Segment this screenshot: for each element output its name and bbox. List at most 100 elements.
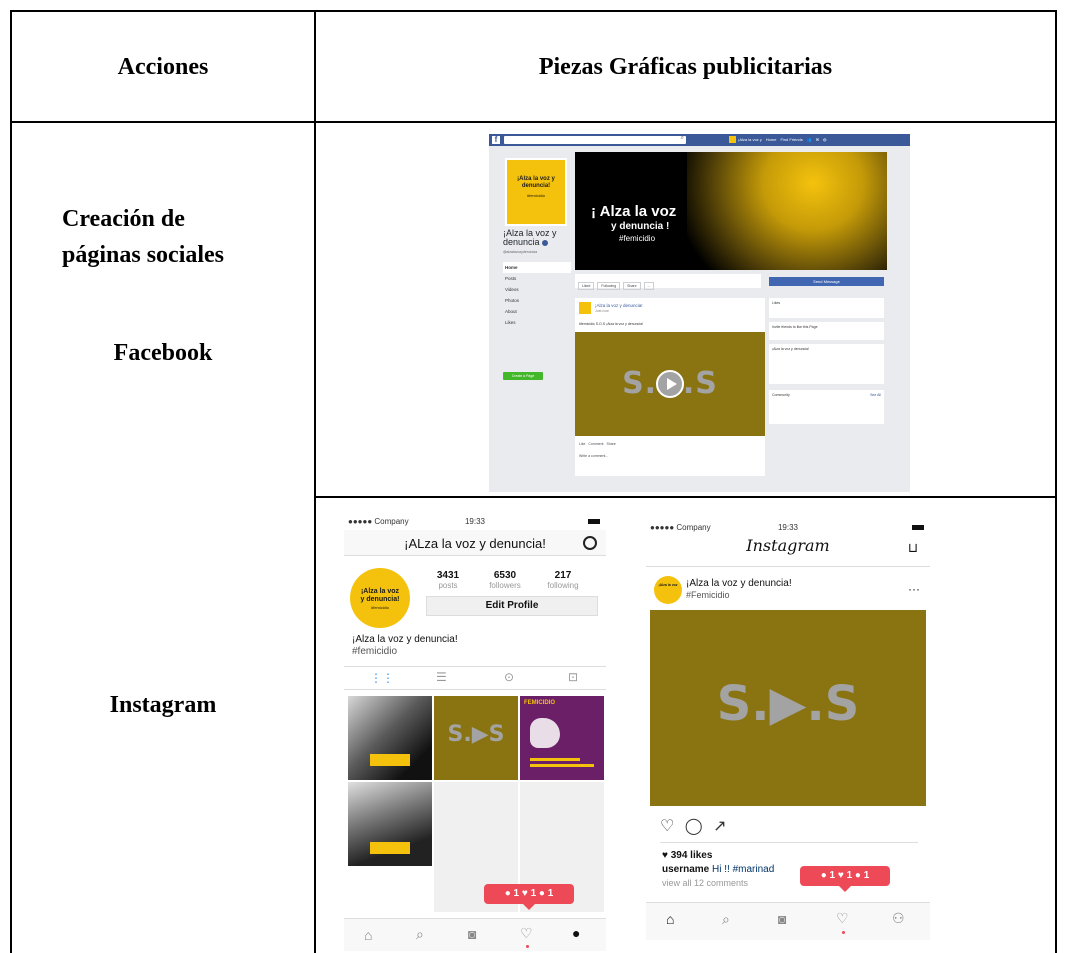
cover-tag: #femicidio <box>619 234 656 243</box>
inbox-icon[interactable]: ⊔ <box>908 540 918 556</box>
camera-icon[interactable]: ◙ <box>468 926 476 942</box>
globe-icon[interactable]: ◍ <box>823 137 827 142</box>
nav-item-home[interactable]: Home <box>766 137 777 142</box>
post-avatar[interactable] <box>579 302 591 314</box>
see-all-link[interactable]: See All <box>870 393 881 397</box>
heart-icon[interactable]: ♡ <box>836 910 849 927</box>
header-actions: Acciones <box>117 54 209 80</box>
grid-post-1[interactable] <box>348 696 432 780</box>
profile-logo-line2: denuncia! <box>521 183 551 189</box>
play-icon[interactable] <box>656 370 684 398</box>
instagram-app-title: Instagram <box>746 536 830 555</box>
friends-icon[interactable]: 👥 <box>807 137 812 142</box>
grid-video-text: S.▶S <box>447 722 505 747</box>
profile-icon[interactable]: ⚇ <box>892 910 905 927</box>
feed-video[interactable]: S.▶.S <box>650 610 926 806</box>
nav-item-find-friends[interactable]: Find Friends <box>780 137 802 142</box>
camera-icon[interactable]: ◙ <box>778 911 786 927</box>
edit-profile-button[interactable]: Edit Profile <box>426 596 598 616</box>
share-button[interactable]: Share <box>623 282 641 290</box>
comment-icon[interactable]: ◯ <box>685 818 703 835</box>
instagram-profile-phone: ●●●●● Company 19:33 ¡ALza la voz y denun… <box>344 514 606 951</box>
clock: 19:33 <box>777 523 799 532</box>
menu-item-videos[interactable]: Videos <box>503 284 571 295</box>
heart-icon[interactable]: ♡ <box>520 925 533 942</box>
menu-item-photos[interactable]: Photos <box>503 295 571 306</box>
grid-post-1-label <box>370 754 410 766</box>
stat-followers[interactable]: 6530 followers <box>480 570 530 590</box>
more-options-icon[interactable]: ··· <box>908 582 920 596</box>
facebook-profile-picture[interactable]: ¡Alza la voz y denuncia! #femicidio <box>505 158 567 226</box>
search-icon[interactable]: ⌕ <box>416 926 424 943</box>
liked-button[interactable]: Liked <box>578 282 595 290</box>
table-row-divider <box>314 496 1057 498</box>
stat-posts[interactable]: 3431 posts <box>428 570 468 590</box>
menu-item-about[interactable]: About <box>503 306 571 317</box>
bar-1 <box>530 758 580 761</box>
table-border-right <box>1055 10 1057 953</box>
profile-avatar[interactable]: ¡Alza la voz y denuncia! #femicidio <box>350 568 410 628</box>
list-view-icon[interactable]: ☰ <box>436 670 447 684</box>
followers-label: followers <box>489 581 521 590</box>
search-icon[interactable]: ⌕ <box>722 911 730 928</box>
profile-icon[interactable]: ● <box>572 925 580 941</box>
facebook-logo-icon: f <box>492 136 500 144</box>
profile-title-bar: ¡ALza la voz y denuncia! <box>344 530 606 556</box>
map-shape <box>530 718 560 748</box>
avatar-line2: y denuncia! <box>360 596 400 603</box>
post-reactions: Like Comment Share <box>579 442 616 446</box>
status-bar: ●●●●● Company 19:33 <box>344 514 606 530</box>
feed-user-avatar[interactable]: ¡Alza la voz <box>654 576 682 604</box>
cover-image-glow <box>687 152 887 270</box>
profile-logo-line1: ¡Alza la voz y <box>517 176 555 182</box>
send-message-button[interactable]: Send Message <box>769 277 884 286</box>
view-comments-link[interactable]: view all 12 comments <box>662 878 748 888</box>
cover-title: ¡ Alza la voz <box>591 203 677 220</box>
grid-post-3[interactable]: FEMICIDIO <box>520 696 604 780</box>
location-icon[interactable]: ⊙ <box>504 670 514 684</box>
tagged-icon[interactable]: ⊡ <box>568 670 578 684</box>
post-author[interactable]: ¡Alza la voz y denuncia! <box>595 303 643 308</box>
feed-avatar-line: ¡Alza la voz <box>658 583 678 587</box>
like-heart-icon[interactable]: ♡ <box>660 818 674 835</box>
nav-item-profile[interactable]: ¡Alza la voz y <box>738 137 762 142</box>
activity-notification-badge[interactable]: ● 1 ♥ 1 ● 1 <box>800 866 890 892</box>
grid-post-2[interactable]: S.▶S <box>434 696 518 780</box>
menu-item-posts[interactable]: Posts <box>503 273 571 284</box>
facebook-side-menu: Home Posts Videos Photos About Likes <box>503 262 571 328</box>
home-icon[interactable]: ⌂ <box>666 911 674 927</box>
facebook-right-box-invite[interactable]: Invite friends to like this Page <box>769 322 884 340</box>
post-comment-input[interactable]: Write a comment... <box>579 454 608 458</box>
facebook-page-name[interactable]: ¡Alza la voz y denuncia <box>503 229 573 247</box>
post-video[interactable]: S.O.S <box>575 332 765 436</box>
likes-count[interactable]: ♥ 394 likes <box>662 850 712 861</box>
share-arrow-icon[interactable]: ↗ <box>713 818 726 835</box>
stat-following[interactable]: 217 following <box>538 570 588 590</box>
following-button[interactable]: Following <box>597 282 621 290</box>
menu-item-likes[interactable]: Likes <box>503 317 571 328</box>
table-border-left <box>10 10 12 953</box>
feed-user-name[interactable]: ¡Alza la voz y denuncia! <box>686 578 792 589</box>
menu-item-home[interactable]: Home <box>503 262 571 273</box>
feed-user-tag: #Femicidio <box>686 590 730 600</box>
status-bar: ●●●●● Company 19:33 <box>646 520 930 536</box>
followers-count: 6530 <box>493 570 517 581</box>
home-icon[interactable]: ⌂ <box>364 927 372 943</box>
table-column-divider <box>314 10 316 953</box>
avatar <box>729 136 736 144</box>
grid-post-4[interactable] <box>348 782 432 866</box>
activity-notification-badge[interactable]: ● 1 ♥ 1 ● 1 <box>484 884 574 910</box>
feed-video-text: S.▶.S <box>716 676 860 732</box>
post-comment-button[interactable]: Comment <box>588 442 603 446</box>
post-share-button[interactable]: Share <box>606 442 615 446</box>
gear-icon[interactable] <box>583 536 597 550</box>
more-button[interactable]: ... <box>643 282 655 290</box>
profile-bio-tag: #femicidio <box>352 646 398 657</box>
create-page-button[interactable]: Create a Page <box>503 372 543 380</box>
facebook-search-input[interactable]: ⌕ <box>504 135 686 144</box>
post-like-button[interactable]: Like <box>579 442 585 446</box>
caption-user[interactable]: username <box>662 864 709 875</box>
messages-icon[interactable]: ✉ <box>816 137 819 142</box>
row1-label-line2: páginas sociales <box>62 242 225 268</box>
grid-view-icon[interactable]: ⋮⋮ <box>370 671 394 685</box>
